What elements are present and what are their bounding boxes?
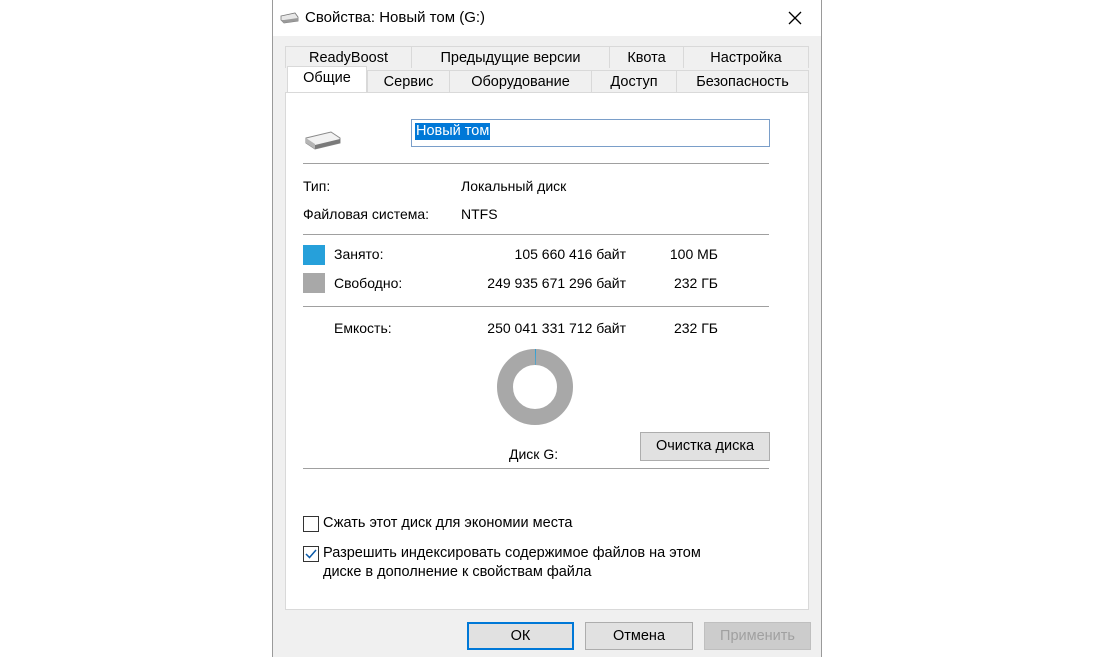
window-title: Свойства: Новый том (G:) xyxy=(305,9,486,26)
divider xyxy=(303,234,769,235)
disk-usage-donut xyxy=(497,349,573,425)
tab-tools[interactable]: Сервис xyxy=(367,70,450,92)
tab-customize[interactable]: Настройка xyxy=(683,46,809,68)
index-label-line2: диске в дополнение к свойствам файла xyxy=(323,564,592,580)
capacity-size: 232 ГБ xyxy=(673,320,718,336)
donut-free-ring xyxy=(497,349,573,425)
capacity-bytes: 250 041 331 712 байт xyxy=(487,320,626,336)
tab-previous-versions[interactable]: Предыдущие версии xyxy=(411,46,610,68)
tab-security[interactable]: Безопасность xyxy=(676,70,809,92)
divider xyxy=(303,468,769,469)
tab-readyboost[interactable]: ReadyBoost xyxy=(285,46,412,68)
volume-name-input[interactable]: Новый том xyxy=(411,119,770,147)
filesystem-label: Файловая система: xyxy=(303,206,430,222)
free-label: Свободно: xyxy=(334,275,403,291)
properties-window: Свойства: Новый том (G:) ReadyBoost Пред… xyxy=(272,0,822,657)
used-size: 100 МБ xyxy=(669,246,718,262)
index-checkbox[interactable] xyxy=(303,546,319,562)
compress-checkbox[interactable] xyxy=(303,516,319,532)
tab-quota[interactable]: Квота xyxy=(609,46,684,68)
free-color-swatch xyxy=(303,273,325,293)
ok-button[interactable]: ОК xyxy=(467,622,574,650)
free-size: 232 ГБ xyxy=(673,275,718,291)
capacity-label: Емкость: xyxy=(334,320,392,336)
title-bar: Свойства: Новый том (G:) xyxy=(273,0,821,36)
type-value: Локальный диск xyxy=(461,178,567,194)
used-color-swatch xyxy=(303,245,325,265)
close-button[interactable] xyxy=(775,2,815,34)
disk-cleanup-button[interactable]: Очистка диска xyxy=(640,432,770,461)
close-icon xyxy=(788,11,802,25)
type-label: Тип: xyxy=(303,178,331,194)
disk-label: Диск G: xyxy=(509,446,559,462)
divider xyxy=(303,306,769,307)
compress-label: Сжать этот диск для экономии места xyxy=(323,515,573,531)
tab-general[interactable]: Общие xyxy=(287,66,367,92)
volume-name-value: Новый том xyxy=(415,123,491,140)
cancel-button[interactable]: Отмена xyxy=(585,622,693,650)
divider xyxy=(303,163,769,164)
drive-icon xyxy=(305,131,341,150)
free-bytes: 249 935 671 296 байт xyxy=(487,275,626,291)
tab-sharing[interactable]: Доступ xyxy=(591,70,677,92)
apply-button[interactable]: Применить xyxy=(704,622,811,650)
used-bytes: 105 660 416 байт xyxy=(514,246,626,262)
used-label: Занято: xyxy=(334,246,384,262)
checkmark-icon xyxy=(305,549,317,559)
tab-hardware[interactable]: Оборудование xyxy=(449,70,592,92)
filesystem-value: NTFS xyxy=(461,206,498,222)
index-label-line1: Разрешить индексировать содержимое файло… xyxy=(323,545,701,561)
drive-icon xyxy=(280,12,299,24)
